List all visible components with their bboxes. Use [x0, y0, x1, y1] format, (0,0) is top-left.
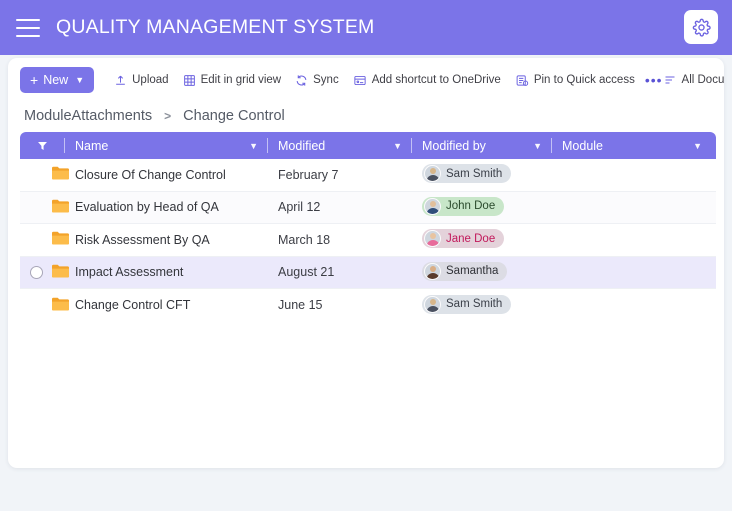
table-row[interactable]: Risk Assessment By QA March 18 Jane Doe: [20, 224, 716, 257]
hamburger-menu-icon[interactable]: [16, 18, 40, 37]
sync-icon: [296, 74, 307, 86]
chevron-down-icon: ▼: [249, 140, 258, 151]
file-list: Name ▼ Modified ▼ Modified by ▼ Module ▼…: [8, 132, 724, 322]
table-row[interactable]: Evaluation by Head of QA April 12 John D…: [20, 191, 716, 224]
new-button-label: New: [43, 73, 69, 87]
row-modified: March 18: [278, 232, 331, 247]
sort-filter-icon: [37, 141, 47, 150]
new-button[interactable]: + New ▼: [20, 67, 95, 93]
breadcrumb-item-root[interactable]: ModuleAttachments: [24, 108, 152, 124]
avatar: [424, 165, 441, 183]
chevron-down-icon: ▼: [533, 140, 542, 151]
table-row[interactable]: Closure Of Change Control February 7 Sam…: [20, 159, 716, 192]
column-header-module[interactable]: Module ▼: [551, 132, 711, 159]
upload-button[interactable]: Upload: [114, 67, 169, 93]
row-modified-by[interactable]: Sam Smith: [411, 164, 551, 185]
pin-to-quick-access-button[interactable]: Pin to Quick access: [515, 67, 635, 93]
row-name[interactable]: Evaluation by Head of QA: [64, 200, 267, 214]
table-body: Closure Of Change Control February 7 Sam…: [20, 159, 716, 322]
row-select-cell[interactable]: [20, 297, 69, 314]
avatar: [424, 295, 441, 313]
column-header-module-label: Module: [562, 138, 603, 153]
more-options-button[interactable]: •••: [645, 73, 663, 87]
table-row[interactable]: Impact Assessment August 21 Samantha: [20, 256, 716, 289]
row-select-cell[interactable]: [20, 166, 69, 183]
table-header-row: Name ▼ Modified ▼ Modified by ▼ Module ▼: [20, 132, 716, 159]
person-chip-label: Jane Doe: [446, 232, 496, 245]
avatar: [424, 230, 441, 248]
table-row[interactable]: Change Control CFT June 15 Sam Smith: [20, 289, 716, 322]
edit-in-grid-view-label: Edit in grid view: [200, 74, 282, 86]
row-modified-by[interactable]: Jane Doe: [411, 229, 551, 250]
row-name[interactable]: Risk Assessment By QA: [64, 233, 267, 247]
sync-button[interactable]: Sync: [295, 67, 339, 93]
row-modified: April 12: [278, 200, 321, 215]
row-select-cell[interactable]: [20, 231, 69, 248]
column-header-modified-by-label: Modified by: [422, 138, 486, 153]
person-chip-label: Samantha: [446, 265, 499, 278]
breadcrumb-separator: >: [164, 109, 172, 123]
person-chip-label: Sam Smith: [446, 298, 503, 311]
onedrive-shortcut-icon: [354, 75, 366, 85]
add-shortcut-to-onedrive-button[interactable]: Add shortcut to OneDrive: [353, 67, 501, 93]
breadcrumb-item-current[interactable]: Change Control: [183, 108, 285, 124]
row-name[interactable]: Closure Of Change Control: [64, 168, 267, 182]
row-name[interactable]: Impact Assessment: [64, 265, 267, 279]
column-header-select[interactable]: [20, 132, 64, 159]
add-shortcut-label: Add shortcut to OneDrive: [371, 74, 501, 86]
person-chip[interactable]: Sam Smith: [422, 294, 512, 314]
pin-icon: [516, 74, 529, 86]
column-header-modified-label: Modified: [278, 138, 326, 153]
column-header-modified[interactable]: Modified ▼: [267, 132, 411, 159]
person-chip-label: Sam Smith: [446, 167, 503, 180]
person-chip[interactable]: Sam Smith: [422, 164, 512, 184]
row-select-circle[interactable]: [30, 265, 43, 279]
row-select-cell[interactable]: [20, 199, 69, 216]
person-chip-label: John Doe: [446, 200, 496, 213]
command-bar: + New ▼ Upload Edit in grid view Sync Ad…: [8, 58, 724, 102]
row-modified: August 21: [278, 265, 335, 280]
app-header: QUALITY MANAGEMENT SYSTEM: [0, 0, 732, 55]
pin-to-quick-access-label: Pin to Quick access: [533, 74, 635, 86]
content-card: + New ▼ Upload Edit in grid view Sync Ad…: [8, 58, 724, 468]
chevron-down-icon: ▼: [75, 75, 85, 85]
view-selector-label: All Documents: [681, 74, 724, 86]
command-bar-right: All Documents: [663, 67, 724, 93]
grid-icon: [183, 74, 195, 86]
upload-label: Upload: [132, 74, 169, 86]
chevron-down-icon: ▼: [693, 140, 702, 151]
settings-button[interactable]: [684, 10, 718, 44]
row-modified: June 15: [278, 298, 323, 313]
row-select-cell[interactable]: [20, 264, 69, 281]
view-selector-button[interactable]: All Documents: [663, 67, 724, 93]
row-modified: February 7: [278, 167, 339, 182]
avatar: [424, 262, 441, 280]
person-chip[interactable]: Samantha: [422, 261, 508, 281]
row-modified-by[interactable]: Samantha: [411, 261, 551, 283]
avatar: [424, 197, 441, 215]
upload-icon: [116, 75, 125, 85]
plus-icon: +: [30, 72, 39, 88]
app-title: QUALITY MANAGEMENT SYSTEM: [56, 16, 375, 38]
chevron-down-icon: ▼: [393, 140, 402, 151]
breadcrumb: ModuleAttachments > Change Control: [8, 102, 724, 132]
list-view-icon: [665, 76, 675, 84]
row-name[interactable]: Change Control CFT: [64, 298, 267, 312]
column-header-name-label: Name: [75, 138, 109, 153]
sync-label: Sync: [313, 74, 339, 86]
edit-in-grid-view-button[interactable]: Edit in grid view: [183, 67, 282, 93]
person-chip[interactable]: Jane Doe: [422, 229, 505, 249]
person-chip[interactable]: John Doe: [422, 196, 505, 216]
gear-icon: [692, 18, 711, 37]
column-header-modified-by[interactable]: Modified by ▼: [411, 132, 551, 159]
column-header-name[interactable]: Name ▼: [64, 132, 267, 159]
row-modified-by[interactable]: Sam Smith: [411, 294, 551, 316]
row-modified-by[interactable]: John Doe: [411, 196, 551, 218]
